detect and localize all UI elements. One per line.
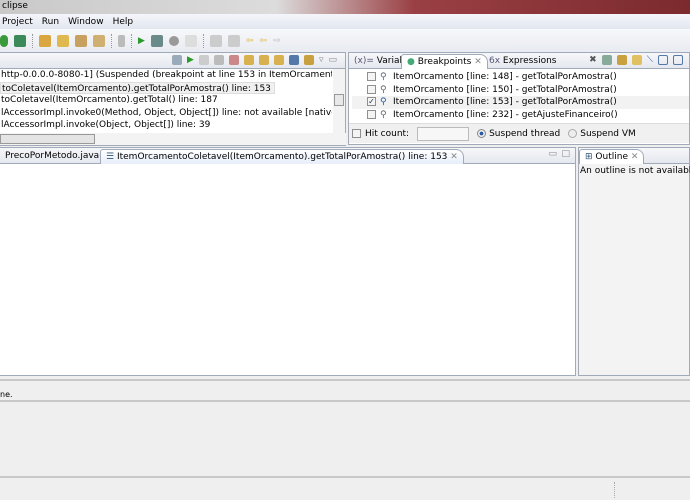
editor-area: PrecoPorMetodo.java ☰ ItemOrcamentoColet… xyxy=(0,147,576,376)
editor-icon: ☰ xyxy=(106,152,115,162)
breakpoint-icon: ⚲ xyxy=(380,72,387,82)
search-icon[interactable] xyxy=(93,34,105,47)
stack-frame-list: http-0.0.0.0-8080-1] (Suspended (breakpo… xyxy=(0,69,332,133)
hit-count-input[interactable] xyxy=(417,126,470,141)
outline-view: ⊞ Outline ✕ An outline is not available. xyxy=(578,147,690,376)
editor-tab-active[interactable]: ☰ ItemOrcamentoColetavel(ItemOrcamento).… xyxy=(100,149,464,164)
divider xyxy=(0,476,690,478)
debug-toolbar: ▶ ▿ ▭ xyxy=(0,53,345,69)
maximize-icon[interactable]: □ xyxy=(561,149,570,159)
new-package-icon[interactable] xyxy=(39,34,51,47)
menu-run[interactable]: Run xyxy=(42,17,59,27)
window-title: clipse xyxy=(2,1,28,11)
breakpoint-icon: ⚲ xyxy=(380,97,387,107)
stack-frame[interactable]: lAccessorImpl.invoke0(Method, Object, Ob… xyxy=(0,107,332,120)
close-icon: ✕ xyxy=(474,57,482,67)
stack-frame-selected[interactable]: toColetavel(ItemOrcamento).getTotalPorAm… xyxy=(0,81,275,94)
tab-breakpoints[interactable]: ● Breakpoints ✕ xyxy=(401,54,488,69)
use-step-filters-icon[interactable] xyxy=(303,55,314,65)
remove-all-icon[interactable] xyxy=(601,55,612,65)
stack-frame[interactable]: lAccessorImpl.invoke(Object, Object[]) l… xyxy=(0,119,332,132)
breakpoint-icon: ⚲ xyxy=(380,109,387,120)
outline-message: An outline is not available. xyxy=(580,166,690,176)
suspend-vm-radio[interactable] xyxy=(568,129,578,138)
remove-icon[interactable]: ✖ xyxy=(589,55,597,65)
bottom-text: ne. xyxy=(0,390,13,399)
menu-help[interactable]: Help xyxy=(113,17,134,27)
step-over-icon[interactable] xyxy=(258,55,269,65)
checkbox-checked[interactable]: ✓ xyxy=(367,97,376,106)
divider xyxy=(0,379,690,381)
forward-icon[interactable]: ⇨ xyxy=(273,36,281,46)
back-icon[interactable]: ⇦ xyxy=(246,36,254,46)
breakpoint-item[interactable]: ⚲ ItemOrcamento [line: 232] - getAjusteFi… xyxy=(366,109,689,122)
step-into-icon[interactable] xyxy=(243,55,254,65)
skip-all-icon[interactable]: ⟍ xyxy=(647,55,653,65)
checkbox[interactable] xyxy=(367,84,376,94)
show-supported-icon[interactable] xyxy=(616,55,627,65)
step-return-icon[interactable] xyxy=(273,55,284,65)
breakpoint-item[interactable]: ⚲ ItemOrcamento [line: 150] - getTotalPor… xyxy=(366,84,689,97)
resume-icon[interactable]: ▶ xyxy=(187,55,194,65)
checkbox[interactable] xyxy=(367,72,376,81)
breakpoint-list: ⚲ ItemOrcamento [line: 148] - getTotalPor… xyxy=(349,69,689,121)
stack-frame[interactable]: toColetavel(ItemOrcamento).getTotal() li… xyxy=(0,94,332,107)
drop-to-frame-icon[interactable] xyxy=(288,55,299,65)
checkbox[interactable] xyxy=(367,109,376,119)
outline-icon: ⊞ xyxy=(585,152,593,162)
horizontal-scrollbar[interactable] xyxy=(0,133,346,145)
suspend-vm-label: Suspend VM xyxy=(580,128,636,139)
collapse-all-icon[interactable] xyxy=(673,55,683,65)
run-icon[interactable] xyxy=(14,34,26,47)
terminate-icon[interactable] xyxy=(213,55,224,65)
menu-window[interactable]: Window xyxy=(68,17,104,27)
device-icon[interactable] xyxy=(118,34,125,47)
breakpoints-view: (x)= Variables ● Breakpoints ✕ 6x Expres… xyxy=(348,52,690,145)
back-nav-icon[interactable]: ⇦ xyxy=(259,36,267,46)
hit-count-label: Hit count: xyxy=(365,128,410,139)
suspend-thread-label: Suspend thread xyxy=(489,128,561,139)
view-menu-icon[interactable]: ▿ xyxy=(319,55,324,65)
minimize-icon[interactable]: ▭ xyxy=(548,149,557,159)
title-bar: clipse xyxy=(0,0,690,14)
breakpoint-icon: ⚲ xyxy=(380,84,387,95)
suspend-icon[interactable] xyxy=(198,55,209,65)
stack-frame[interactable]: http-0.0.0.0-8080-1] (Suspended (breakpo… xyxy=(0,69,332,82)
menu-bar: Project Run Window Help xyxy=(0,14,690,29)
tab-outline[interactable]: ⊞ Outline ✕ xyxy=(579,149,645,164)
menu-project[interactable]: Project xyxy=(2,17,33,27)
editor-tab[interactable]: PrecoPorMetodo.java xyxy=(0,149,104,164)
pen-icon[interactable] xyxy=(75,34,87,47)
debug-view: ▶ ▿ ▭ http-0.0.0.0-8080-1] (Suspended (b… xyxy=(0,52,346,146)
minimize-icon[interactable]: ▭ xyxy=(328,55,337,65)
main-toolbar: ▶ ⇦ ⇦ ⇨ xyxy=(0,29,690,52)
status-bar-separator xyxy=(614,482,615,498)
next-annotation-icon[interactable] xyxy=(209,34,222,47)
suspend-thread-radio[interactable] xyxy=(477,129,487,138)
drop-frame-icon[interactable] xyxy=(184,34,197,47)
close-icon: ✕ xyxy=(450,152,458,162)
expand-all-icon[interactable] xyxy=(658,55,668,65)
breakpoint-item[interactable]: ⚲ ItemOrcamento [line: 148] - getTotalPor… xyxy=(366,71,689,84)
close-icon: ✕ xyxy=(630,152,639,162)
go-to-file-icon[interactable] xyxy=(631,55,642,65)
prev-annotation-icon[interactable] xyxy=(227,34,240,47)
vertical-scrollbar[interactable] xyxy=(333,69,345,133)
debug-icon[interactable] xyxy=(0,34,8,47)
divider xyxy=(0,400,690,402)
tab-expressions[interactable]: 6x Expressions xyxy=(484,54,561,69)
breakpoint-properties: Hit count: Suspend thread Suspend VM xyxy=(349,123,689,143)
disconnect-icon[interactable] xyxy=(228,55,239,65)
terminate-icon[interactable] xyxy=(168,35,179,46)
remove-terminated-icon[interactable] xyxy=(172,55,183,65)
open-folder-icon[interactable] xyxy=(57,34,69,47)
breakpoint-item-selected[interactable]: ✓ ⚲ ItemOrcamento [line: 153] - getTotalPo… xyxy=(352,96,689,109)
hit-count-checkbox[interactable] xyxy=(352,129,361,138)
resume-icon[interactable]: ▶ xyxy=(138,36,145,46)
step-filters-icon[interactable] xyxy=(150,34,163,47)
